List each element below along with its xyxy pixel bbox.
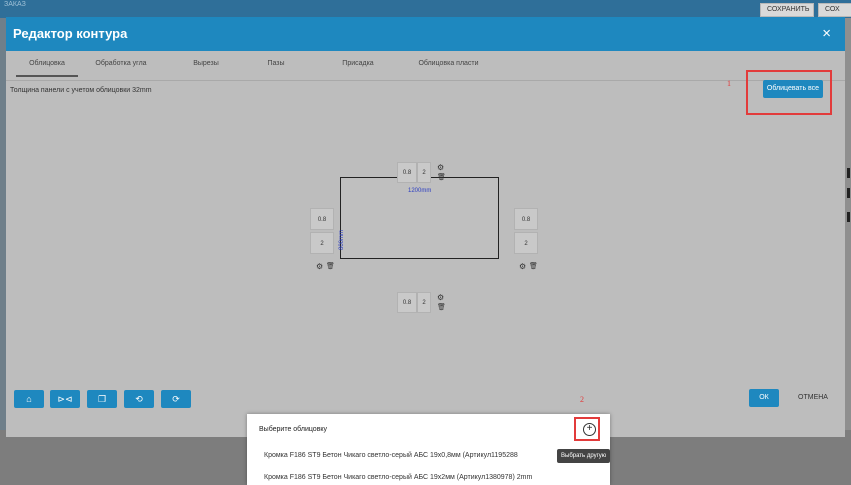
close-icon[interactable]: × [822, 25, 831, 42]
edge-bottom-thickness[interactable]: 0.8 [397, 292, 417, 313]
attach-icon[interactable]: ⌂ [14, 390, 44, 408]
app-save-close-button[interactable]: СОХ [818, 3, 851, 17]
tab-grooves[interactable]: Пазы [261, 60, 291, 67]
highlight-box-2 [574, 417, 600, 441]
gear-icon[interactable]: ⚙ [519, 263, 526, 271]
trash-icon[interactable]: 🗑 [437, 174, 446, 182]
ok-button[interactable]: ОК [749, 389, 779, 407]
tab-face-edging[interactable]: Облицовка пласти [411, 60, 486, 67]
annotation-2: 2 [580, 395, 584, 404]
tab-edging[interactable]: Облицовка [16, 60, 78, 77]
modal-title: Редактор контура [13, 26, 128, 41]
gear-icon[interactable]: ⚙ [316, 263, 323, 271]
scroll-marker [847, 168, 850, 178]
edging-select-dropdown: Выберите облицовку + Кромка F186 ST9 Бет… [247, 414, 610, 485]
scroll-marker [847, 188, 850, 198]
trash-icon[interactable]: 🗑 [437, 304, 446, 312]
mirror-icon[interactable]: ⊳⊲ [50, 390, 80, 408]
rotate-left-icon[interactable]: ⟲ [124, 390, 154, 408]
gear-icon[interactable]: ⚙ [437, 164, 444, 172]
app-title: ЗАКАЗ [4, 1, 26, 8]
width-dimension: 1200mm [408, 188, 432, 194]
trash-icon[interactable]: 🗑 [326, 263, 335, 271]
tab-cutouts[interactable]: Вырезы [186, 60, 226, 67]
rotate-right-icon[interactable]: ⟳ [161, 390, 191, 408]
tooltip: Выбрать другую [557, 449, 611, 463]
height-dimension: 800mm [339, 229, 345, 250]
panel-thickness-text: Толщина панели с учетом облицовки 32mm [10, 87, 152, 94]
scroll-marker [847, 212, 850, 222]
app-save-button[interactable]: СОХРАНИТЬ [760, 3, 814, 17]
cancel-button[interactable]: ОТМЕНА [793, 389, 833, 407]
edge-top-layers[interactable]: 2 [417, 162, 431, 183]
copy-icon[interactable]: ❐ [87, 390, 117, 408]
tab-bar: Облицовка Обработка угла Вырезы Пазы При… [6, 51, 845, 81]
edge-right-layers[interactable]: 2 [514, 232, 538, 254]
edge-left-thickness[interactable]: 0.8 [310, 208, 334, 230]
edge-bottom-layers[interactable]: 2 [417, 292, 431, 313]
edging-option[interactable]: Кромка F186 ST9 Бетон Чикаго светло-серы… [264, 452, 518, 459]
dropdown-title: Выберите облицовку [259, 426, 328, 433]
edging-option[interactable]: Кромка F186 ST9 Бетон Чикаго светло-серы… [264, 474, 532, 481]
edge-top-thickness[interactable]: 0.8 [397, 162, 417, 183]
tab-corner-processing[interactable]: Обработка угла [86, 60, 156, 67]
trash-icon[interactable]: 🗑 [529, 263, 538, 271]
app-header: ЗАКАЗ СОХРАНИТЬ СОХ [0, 0, 851, 18]
modal-header: Редактор контура × [6, 17, 845, 51]
tab-drilling[interactable]: Присадка [338, 60, 378, 67]
edge-right-thickness[interactable]: 0.8 [514, 208, 538, 230]
edge-left-layers[interactable]: 2 [310, 232, 334, 254]
gear-icon[interactable]: ⚙ [437, 294, 444, 302]
annotation-1: 1 [727, 79, 731, 88]
face-all-button[interactable]: Облицевать все [763, 80, 823, 98]
